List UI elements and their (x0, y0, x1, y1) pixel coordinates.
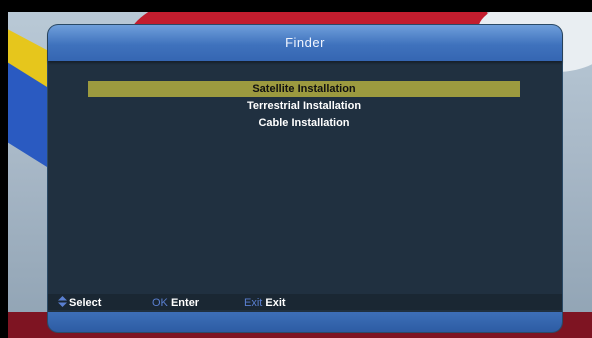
menu-item-cable-installation[interactable]: Cable Installation (88, 115, 520, 131)
enter-label: Enter (170, 297, 200, 309)
dialog-title: Finder (285, 35, 325, 50)
menu-item-terrestrial-installation[interactable]: Terrestrial Installation (88, 98, 520, 114)
installation-menu: Satellite Installation Terrestrial Insta… (88, 81, 520, 132)
enter-hint: OK Enter (152, 296, 199, 310)
key-hint-bar: Select OK Enter Exit Exit (48, 294, 562, 310)
exit-key-label: Exit (244, 297, 263, 309)
dialog-bottom-bar (48, 312, 562, 332)
up-down-arrow-icon (58, 296, 67, 307)
exit-hint: Exit Exit (244, 296, 286, 310)
dialog-header: Finder (48, 25, 562, 61)
menu-item-satellite-installation[interactable]: Satellite Installation (88, 81, 520, 97)
exit-label: Exit (265, 297, 286, 309)
finder-dialog: Finder Satellite Installation Terrestria… (48, 25, 562, 332)
ok-key-label: OK (152, 297, 168, 309)
select-hint: Select (58, 296, 101, 310)
select-label: Select (69, 297, 102, 309)
